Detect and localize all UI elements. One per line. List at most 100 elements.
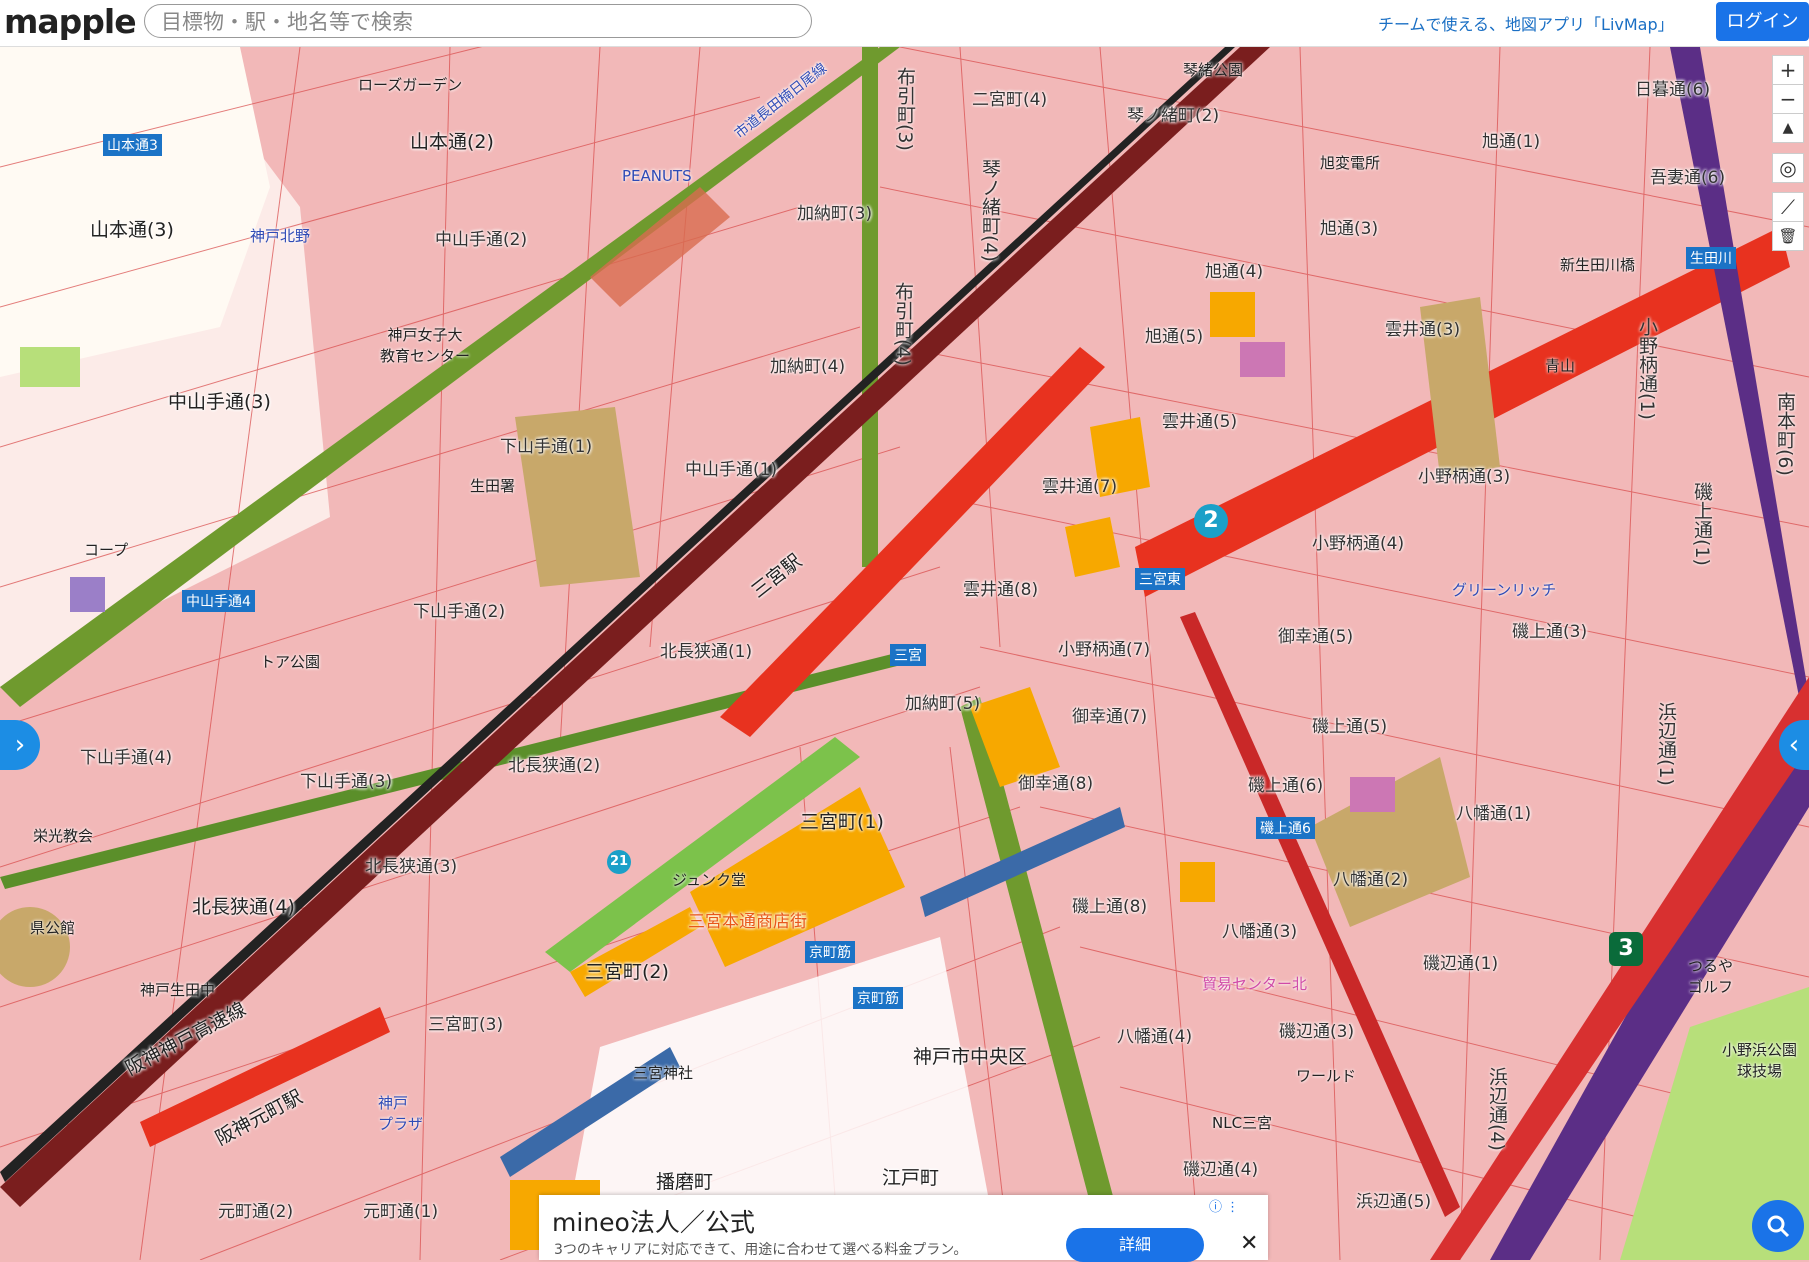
label-center-shopping: 三宮本通商店街: [688, 912, 807, 932]
poi-kobe-plaza[interactable]: 神戸 プラザ: [378, 1092, 423, 1134]
trash-button[interactable]: 🗑: [1772, 221, 1804, 251]
label-kitanagasa3: 北長狭通(3): [365, 857, 458, 877]
search-fab-icon[interactable]: [1752, 1200, 1804, 1252]
label-harima: 播磨町: [656, 1171, 714, 1193]
label-hachiman2: 八幡通(2): [1333, 870, 1409, 890]
ad-close-icon[interactable]: ✕: [1240, 1231, 1258, 1256]
mapple-logo[interactable]: mapple: [4, 2, 137, 41]
poi-eiko-church[interactable]: 栄光教会: [33, 825, 93, 846]
measure-button[interactable]: ⟋: [1772, 192, 1804, 222]
label-yamamoto3: 山本通(3): [90, 219, 174, 241]
label-nakayamate3: 中山手通(3): [168, 391, 271, 413]
label-kanou5: 加納町(5): [905, 694, 981, 714]
route-marker-2[interactable]: 2: [1194, 504, 1228, 538]
label-sannomiya1: 三宮町(1): [800, 811, 884, 833]
poi-world[interactable]: ワールド: [1296, 1065, 1356, 1086]
ad-detail-button[interactable]: 詳細: [1066, 1228, 1204, 1262]
poi-sannomiya-shrine[interactable]: 三宮神社: [633, 1062, 693, 1083]
poi-rose-garden[interactable]: ローズガーデン: [358, 74, 462, 95]
label-gokou5: 御幸通(5): [1278, 627, 1354, 647]
label-shimoyamate3: 下山手通(3): [300, 772, 393, 792]
road-tag-ikutagawa: 生田川: [1686, 247, 1736, 269]
label-asahi3: 旭通(3): [1320, 219, 1379, 239]
poi-ikuta-jhs[interactable]: 神戸生田中: [140, 979, 215, 1000]
label-kanou3: 加納町(3): [797, 204, 873, 224]
label-isobe3: 磯辺通(3): [1279, 1022, 1355, 1042]
poi-onohama[interactable]: 小野浜公園 球技場: [1722, 1039, 1797, 1081]
label-onoe1: 小野柄通(1): [1636, 317, 1658, 420]
zoom-in-button[interactable]: +: [1772, 55, 1804, 85]
label-sannomiya3: 三宮町(3): [428, 1015, 504, 1035]
label-gokou8: 御幸通(8): [1018, 774, 1094, 794]
label-onoe7: 小野柄通(7): [1058, 640, 1151, 660]
poi-tsuruya[interactable]: つるや ゴルフ: [1688, 955, 1733, 997]
search-input[interactable]: 目標物・駅・地名等で検索: [144, 4, 812, 38]
label-azuma6: 吾妻通(6): [1650, 168, 1726, 188]
poi-boueki-center[interactable]: 貿易センター北: [1202, 973, 1307, 994]
label-yamamoto2: 山本通(2): [410, 131, 494, 153]
poi-coop[interactable]: コープ: [84, 539, 128, 560]
poi-kotonoo-park[interactable]: 琴緒公園: [1183, 59, 1243, 80]
poi-kenkoudou[interactable]: 県公館: [30, 917, 75, 938]
label-hachiman4: 八幡通(4): [1117, 1027, 1193, 1047]
route-marker-3[interactable]: 3: [1609, 932, 1643, 966]
label-hamabe5: 浜辺通(5): [1356, 1192, 1432, 1212]
label-minamihon6: 南本町(6): [1774, 392, 1796, 476]
label-isobe4: 磯辺通(4): [1183, 1160, 1259, 1180]
label-hachiman1: 八幡通(1): [1456, 804, 1532, 824]
label-gokou7: 御幸通(7): [1072, 707, 1148, 727]
ad-info-icon[interactable]: ⓘ ⋮: [1209, 1196, 1239, 1215]
label-hachiman3: 八幡通(3): [1222, 922, 1298, 942]
locate-button[interactable]: ◎: [1772, 153, 1804, 183]
map-canvas[interactable]: 山本通(2) 山本通(3) 中山手通(2) 中山手通(3) 中山手通(1) 下山…: [0, 47, 1809, 1260]
label-ninomiya4: 二宮町(4): [972, 90, 1048, 110]
login-button[interactable]: ログイン: [1716, 2, 1809, 41]
label-isobe1: 磯辺通(1): [1423, 954, 1499, 974]
label-isogami8: 磯上通(8): [1072, 897, 1148, 917]
label-kotonoo4: 琴ノ緒町(4): [979, 159, 1001, 262]
label-shimoyamate4: 下山手通(4): [80, 748, 173, 768]
label-asahi1: 旭通(1): [1482, 132, 1541, 152]
label-asahi5: 旭通(5): [1145, 327, 1204, 347]
label-motomachi2: 元町通(2): [218, 1202, 294, 1222]
route-marker-21[interactable]: 21: [607, 850, 631, 874]
label-hamabe4: 浜辺通(4): [1486, 1067, 1508, 1151]
road-tag-yamamoto3: 山本通3: [103, 134, 162, 156]
label-onoe4: 小野柄通(4): [1312, 534, 1405, 554]
road-tag-nakayamate4: 中山手通4: [182, 590, 255, 612]
poi-kobe-kitano[interactable]: 神戸北野: [250, 225, 310, 246]
label-asahi4: 旭通(4): [1205, 262, 1264, 282]
label-isogami1: 磯上通(1): [1691, 482, 1713, 566]
poi-green-rich[interactable]: グリーンリッチ: [1452, 579, 1556, 600]
label-sannomiya2: 三宮町(2): [585, 961, 669, 983]
livmap-promo-link[interactable]: チームで使える、地図アプリ「LivMap」: [1378, 11, 1674, 35]
road-tag-isogami6: 磯上通6: [1256, 817, 1315, 839]
zoom-out-button[interactable]: −: [1772, 84, 1804, 114]
compass-button[interactable]: ▲: [1772, 113, 1804, 143]
poi-junkudo[interactable]: ジュンク堂: [672, 869, 746, 890]
label-isogami6: 磯上通(6): [1248, 776, 1324, 796]
ad-title[interactable]: mineo法人／公式: [552, 1203, 755, 1239]
label-chuo-ward: 神戸市中央区: [913, 1046, 1028, 1068]
label-kitanagasa1: 北長狭通(1): [660, 642, 753, 662]
poi-shinikutagawa[interactable]: 新生田川橋: [1560, 254, 1635, 275]
label-motomachi1: 元町通(1): [363, 1202, 439, 1222]
road-tag-sannomiya-higashi: 三宮東: [1135, 568, 1185, 590]
label-higurashi6: 日暮通(6): [1635, 80, 1711, 100]
poi-toa-park[interactable]: トア公園: [260, 651, 320, 672]
poi-peanuts[interactable]: PEANUTS: [622, 167, 692, 185]
label-edo: 江戸町: [882, 1167, 940, 1189]
poi-ikuta-police[interactable]: 生田署: [470, 475, 515, 496]
poi-nlc[interactable]: NLC三宮: [1212, 1112, 1272, 1133]
ad-banner[interactable]: mineo法人／公式 3つのキャリアに対応できて、用途に合わせて選べる料金プラン…: [539, 1195, 1268, 1262]
label-isogami5: 磯上通(5): [1312, 717, 1388, 737]
label-kumoi5: 雲井通(5): [1162, 412, 1238, 432]
poi-aoyama[interactable]: 青山: [1545, 355, 1575, 376]
label-nunobiki4: 布引町(4): [892, 282, 914, 366]
label-shimoyamate2: 下山手通(2): [413, 602, 506, 622]
label-kitanagasa2: 北長狭通(2): [508, 756, 601, 776]
poi-kobe-joshi[interactable]: 神戸女子大 教育センター: [380, 324, 470, 366]
road-tag-kyomachi-2: 京町筋: [853, 987, 903, 1009]
label-hamabe1: 浜辺通(1): [1655, 702, 1677, 786]
poi-asahi-substation[interactable]: 旭変電所: [1320, 152, 1380, 173]
